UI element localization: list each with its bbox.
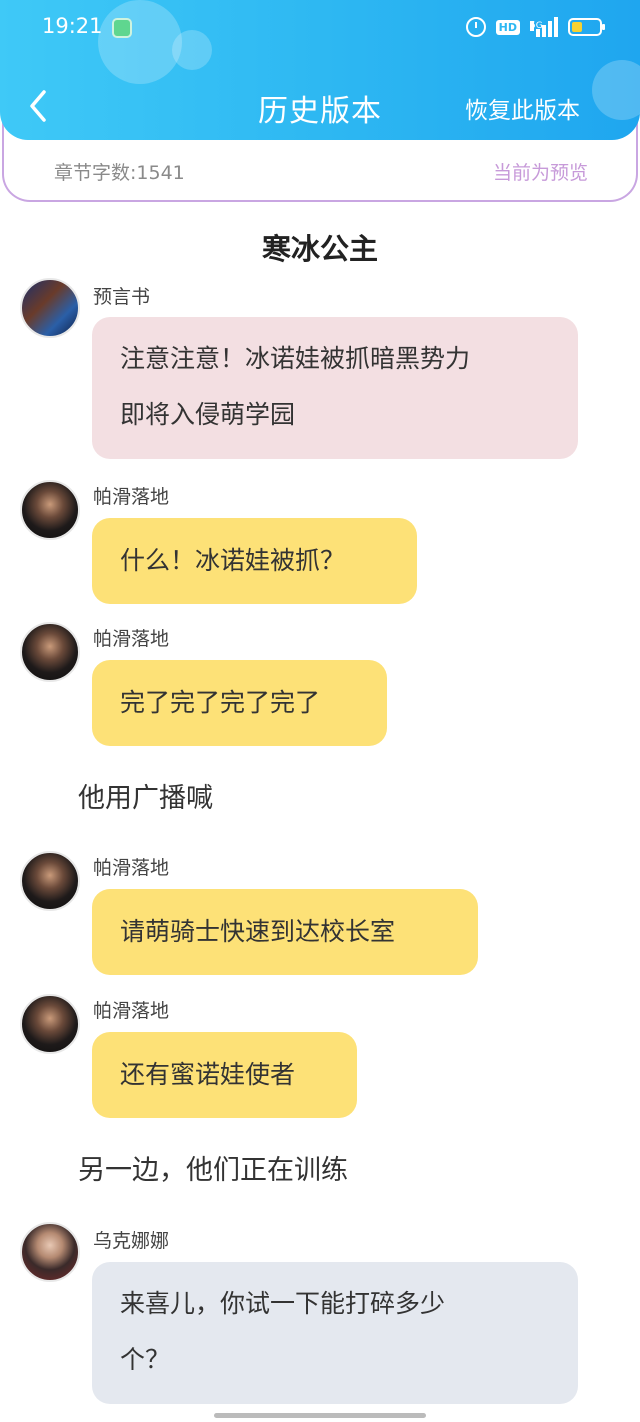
5g-signal-icon: 5G [530,17,558,37]
message-bubble: 来喜儿，你试一下能打碎多少 个？ [92,1262,578,1404]
preview-status: 当前为预览 [492,162,588,184]
avatar[interactable] [20,278,80,338]
avatar[interactable] [20,480,80,540]
hd-icon: HD [495,19,520,35]
restore-version-button[interactable]: 恢复此版本 [465,91,580,125]
home-indicator[interactable] [214,1413,426,1418]
message-text: 个？ [120,1345,171,1374]
speaker-name: 帕滑落地 [93,857,170,879]
status-time: 19:21 [42,14,103,38]
app-header: 19:21 HD 5G 历史版本 恢复此版本 [0,0,640,140]
decor-bubble [592,60,640,120]
message-bubble: 还有蜜诺娃使者 [92,1032,357,1118]
narration-text: 另一边，他们正在训练 [78,1155,348,1186]
speaker-name: 乌克娜娜 [93,1230,170,1252]
message-text: 来喜儿，你试一下能打碎多少 [120,1289,446,1318]
alarm-icon [465,17,486,37]
status-icons: HD 5G [465,14,605,40]
avatar[interactable] [20,622,80,682]
message-text: 还有蜜诺娃使者 [120,1060,296,1089]
speaker-name: 预言书 [93,286,151,308]
message-text: 即将入侵萌学园 [120,400,296,429]
back-button[interactable] [22,86,56,126]
message-bubble: 完了完了完了完了 [92,660,387,746]
message-bubble: 什么！冰诺娃被抓？ [92,518,417,604]
speaker-name: 帕滑落地 [93,628,170,650]
message-bubble: 请萌骑士快速到达校长室 [92,889,478,975]
narration-text: 他用广播喊 [78,783,213,814]
message-bubble: 注意注意！冰诺娃被抓暗黑势力 即将入侵萌学园 [92,317,578,459]
chevron-left-icon [30,90,46,122]
speaker-name: 帕滑落地 [93,1000,170,1022]
speaker-name: 帕滑落地 [93,486,170,508]
word-count: 章节字数:1541 [54,162,185,184]
chapter-title: 寒冰公主 [261,232,378,266]
avatar[interactable] [20,994,80,1054]
message-text: 完了完了完了完了 [120,688,321,717]
message-text: 注意注意！冰诺娃被抓暗黑势力 [120,344,471,373]
status-bar: 19:21 HD 5G [0,0,640,56]
battery-icon [568,18,605,36]
message-text: 请萌骑士快速到达校长室 [120,917,396,946]
avatar[interactable] [20,1222,80,1282]
avatar[interactable] [20,851,80,911]
message-text: 什么！冰诺娃被抓？ [120,546,346,575]
app-icon [112,18,132,38]
